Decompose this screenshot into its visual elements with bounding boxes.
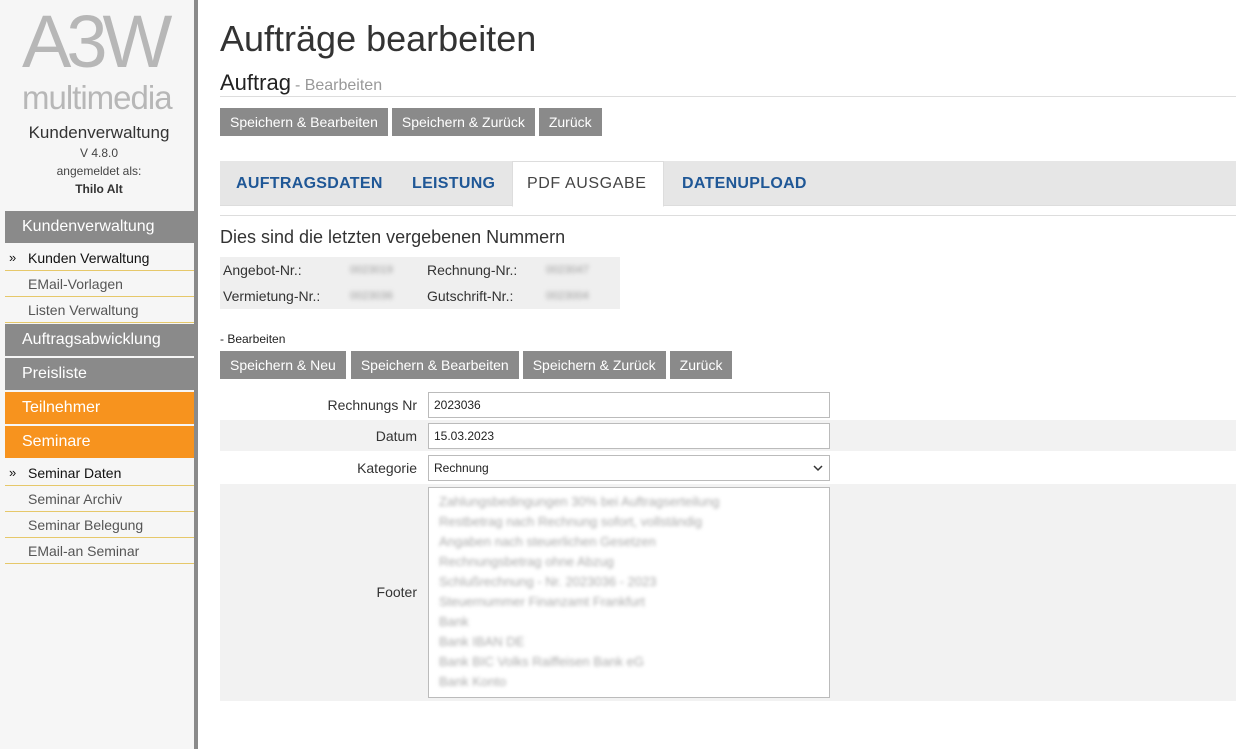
datum-input[interactable]: 15.03.2023 [428,423,830,449]
tab-divider [220,215,1236,216]
rechnungs-nr-label: Rechnungs Nr [327,397,418,413]
nav-section-preisliste[interactable]: Preisliste [5,358,194,390]
sidebar-item-label: Listen Verwaltung [28,302,139,318]
footer-line: Rechnungsbetrag ohne Abzug [439,554,614,569]
logged-in-user: Thilo Alt [75,182,123,196]
tab-auftragsdaten[interactable]: AUFTRAGSDATEN [236,161,383,206]
sidebar-item-label: EMail-Vorlagen [28,276,123,292]
angebot-value: 0023019 [350,264,393,276]
page-title: Aufträge bearbeiten [220,18,537,59]
last-numbers-heading: Dies sind die letzten vergebenen Nummern [220,227,566,247]
kategorie-selected-value: Rechnung [434,461,489,475]
tab-bar: AUFTRAGSDATEN LEISTUNG PDF AUSGABE DATEN… [220,161,1236,207]
kategorie-label: Kategorie [357,460,417,476]
nav-section-kundenverwaltung[interactable]: Kundenverwaltung [5,211,194,243]
footer-line: Angaben nach steuerlichen Gesetzen [439,534,656,549]
save-edit-button[interactable]: Speichern & Bearbeiten [220,108,388,136]
subtitle-row: Auftrag - Bearbeiten [220,70,1236,97]
logo-sub-text: multimedia [22,79,173,116]
angebot-label: Angebot-Nr.: [223,262,302,278]
nav-section-teilnehmer[interactable]: Teilnehmer [5,392,194,424]
last-numbers-box: Angebot-Nr.: 0023019 Rechnung-Nr.: 00230… [220,257,620,309]
form-row-datum: Datum 15.03.2023 [220,420,1236,451]
form-row-kategorie: Kategorie Rechnung [220,451,1236,484]
sidebar-nav: Kundenverwaltung » Kunden Verwaltung EMa… [5,211,194,564]
footer-line: Schlußrechnung - Nr. 2023036 - 2023 [439,574,657,589]
save-back-button[interactable]: Speichern & Zurück [391,108,535,136]
rechnungs-nr-input[interactable]: 2023036 [428,392,830,418]
form-toolbar: Speichern & Neu Speichern & Bearbeiten Spe… [220,351,736,379]
sidebar-item-label: Seminar Daten [28,465,122,481]
sidebar-item-label: EMail-an Seminar [28,543,140,559]
sidebar-item-seminar-belegung[interactable]: Seminar Belegung [5,512,194,538]
app-version: V 4.8.0 [79,146,119,160]
footer-line: Bank Konto [439,674,507,689]
rechnung-value: 0023047 [546,264,589,276]
logo-main-text: A3W [22,0,172,83]
form-row-footer: Footer Zahlungsbedingungen 30% bei Auftr… [220,484,1236,701]
gutschrift-label: Gutschrift-Nr.: [427,288,514,304]
nav-section-auftragsabwicklung[interactable]: Auftragsabwicklung [5,324,194,356]
logged-in-label: angemeldet als: [56,164,142,178]
vermietung-label: Vermietung-Nr.: [223,288,321,304]
tab-datenupload[interactable]: DATENUPLOAD [682,161,807,206]
footer-label: Footer [376,584,417,600]
page-subtitle: Auftrag [220,70,291,95]
sidebar-item-label: Seminar Archiv [28,491,123,507]
active-arrow-icon: » [9,465,17,480]
sidebar: A3W multimedia Kundenverwaltung V 4.8.0 … [0,0,198,749]
a3w-logo: A3W multimedia [22,2,182,117]
footer-line: Bank [439,614,469,629]
tab-pdf-ausgabe[interactable]: PDF AUSGABE [512,161,664,207]
sidebar-item-email-an-seminar[interactable]: EMail-an Seminar [5,538,194,564]
sidebar-item-listen-verwaltung[interactable]: Listen Verwaltung [5,297,194,323]
footer-line: Bank IBAN DE [439,634,525,649]
datum-label: Datum [375,428,417,444]
footer-line: Bank BIC Volks Raiffeisen Bank eG [439,654,644,669]
tab-leistung[interactable]: LEISTUNG [412,161,495,206]
app-name: Kundenverwaltung [28,123,170,142]
save-new-button[interactable]: Speichern & Neu [220,351,346,379]
top-toolbar: Speichern & Bearbeiten Speichern & Zurück… [220,108,606,136]
sidebar-item-email-vorlagen[interactable]: EMail-Vorlagen [5,271,194,297]
gutschrift-value: 0023004 [546,290,589,302]
rechnung-label: Rechnung-Nr.: [427,262,518,278]
form-save-edit-button[interactable]: Speichern & Bearbeiten [350,351,519,379]
back-button[interactable]: Zurück [538,108,602,136]
footer-line: Steuernummer Finanzamt Frankfurt [439,594,645,609]
sidebar-item-seminar-daten[interactable]: » Seminar Daten [5,460,194,486]
form-section-label: - Bearbeiten [220,332,286,346]
form-save-back-button[interactable]: Speichern & Zurück [522,351,666,379]
sidebar-item-seminar-archiv[interactable]: Seminar Archiv [5,486,194,512]
page-subtitle-suffix: - Bearbeiten [294,77,383,94]
sidebar-item-kunden-verwaltung[interactable]: » Kunden Verwaltung [5,245,194,271]
footer-line: Zahlungsbedingungen 30% bei Auftragserte… [439,494,720,509]
footer-line: Restbetrag nach Rechnung sofort, vollstä… [439,514,703,529]
nav-section-seminare[interactable]: Seminare [5,426,194,458]
form-row-rechnungs-nr: Rechnungs Nr 2023036 [220,389,1236,420]
active-arrow-icon: » [9,250,17,265]
form-back-button[interactable]: Zurück [669,351,733,379]
vermietung-value: 0023036 [350,290,393,302]
footer-textarea[interactable]: Zahlungsbedingungen 30% bei Auftragserte… [428,487,830,698]
kategorie-select[interactable]: Rechnung [428,455,830,481]
sidebar-item-label: Seminar Belegung [28,517,144,533]
sidebar-item-label: Kunden Verwaltung [28,250,150,266]
